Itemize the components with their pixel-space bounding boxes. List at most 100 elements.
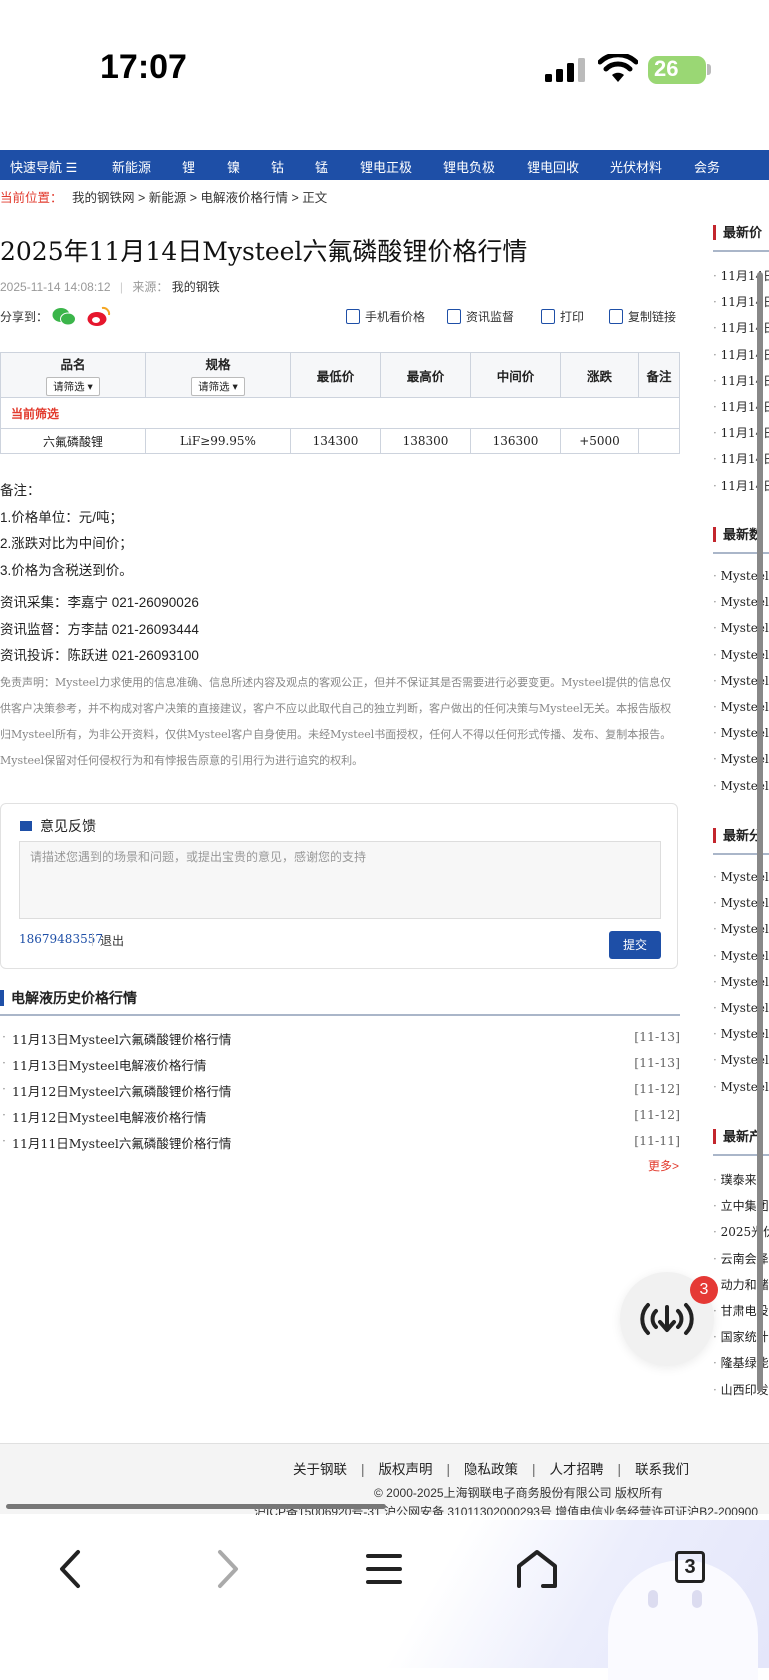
footer-link[interactable]: 人才招聘 [550, 1462, 604, 1477]
more-link[interactable]: 更多> [648, 1157, 679, 1174]
cell-spec: LiF≥99.95% [145, 428, 291, 454]
footer-link[interactable]: 联系我们 [635, 1462, 689, 1477]
breadcrumb-label: 当前位置： [0, 191, 63, 205]
weibo-icon[interactable] [87, 306, 111, 327]
list-item[interactable]: 11月11日Mysteel六氟磷酸锂价格行情 [11-11] [0, 1133, 680, 1159]
filter-label: 请筛选 [53, 381, 85, 393]
list-item[interactable]: 11月13日Mysteel电解液价格行情 [11-13] [0, 1055, 680, 1081]
supervise-button[interactable]: 资讯监督 [447, 308, 514, 325]
history-item-date: [11-12] [634, 1107, 680, 1122]
print-icon [541, 309, 555, 324]
nav-item[interactable]: 会务 [694, 157, 720, 176]
user-phone[interactable]: 18679483557 [19, 932, 103, 946]
nav-item[interactable]: 锂电正极 [360, 157, 412, 176]
divider [92, 933, 93, 946]
list-item[interactable]: 11月13日Mysteel六氟磷酸锂价格行情 [11-13] [0, 1029, 680, 1055]
nav-item[interactable]: 镍 [227, 157, 240, 176]
list-item[interactable]: 11月12日Mysteel电解液价格行情 [11-12] [0, 1107, 680, 1133]
sidebar-section-title: 最新价 [713, 222, 762, 241]
disclaimer: 免责声明：Mysteel力求使用的信息准确、信息所述内容及观点的客观公正，但并不… [0, 676, 672, 767]
feedback-textarea[interactable]: 请描述您遇到的场景和问题，或提出宝贵的意见，感谢您的支持 [19, 841, 661, 919]
table-header-row: 品名 请筛选 ▾ 规格 请筛选 ▾ 最低价 最高价 中间价 涨跌 备注 [0, 352, 680, 398]
list-icon: ☰ [65, 160, 78, 175]
wechat-icon[interactable] [52, 307, 76, 327]
feedback-title: 意见反馈 [20, 816, 96, 836]
battery-level: 26 [654, 56, 679, 81]
footer-link[interactable]: 隐私政策 [464, 1462, 518, 1477]
nav-item[interactable]: 新能源 [112, 157, 151, 176]
article-date: 2025-11-14 14:08:12 [0, 280, 111, 294]
cell-mid: 136300 [470, 428, 561, 454]
col-mid: 中间价 [470, 352, 561, 398]
source-label: 来源： [132, 280, 169, 294]
list-item[interactable]: 11月12日Mysteel六氟磷酸锂价格行情 [11-12] [0, 1081, 680, 1107]
footer-link[interactable]: 关于钢联 [293, 1462, 347, 1477]
breadcrumb-link[interactable]: 新能源 [149, 191, 187, 205]
current-filter: 当前筛选 [0, 397, 680, 429]
nav-item[interactable]: 锂 [182, 157, 195, 176]
footer-link[interactable]: 版权声明 [379, 1462, 433, 1477]
history-item-title[interactable]: 11月11日Mysteel六氟磷酸锂价格行情 [2, 1133, 231, 1152]
nav-item[interactable]: 光伏材料 [610, 157, 662, 176]
col-high: 最高价 [380, 352, 471, 398]
history-item-title[interactable]: 11月12日Mysteel电解液价格行情 [2, 1107, 206, 1126]
sidebar-section-title: 最新产 [713, 1126, 762, 1145]
home-icon[interactable] [507, 1548, 567, 1590]
history-item-title[interactable]: 11月12日Mysteel六氟磷酸锂价格行情 [2, 1081, 231, 1100]
note-line: 1.价格单位：元/吨； [0, 509, 124, 525]
breadcrumb-current: 正文 [302, 191, 328, 205]
current-filter-row: 当前筛选 [0, 397, 680, 429]
supervise-icon [447, 309, 461, 324]
divider [713, 250, 769, 252]
print-label: 打印 [560, 310, 585, 324]
copy-link-label: 复制链接 [628, 310, 677, 324]
notes-heading: 备注： [0, 483, 41, 498]
submit-button[interactable]: 提交 [609, 931, 661, 959]
feedback-title-text: 意见反馈 [40, 818, 96, 834]
history-item-date: [11-11] [634, 1133, 680, 1148]
col-note: 备注 [638, 352, 680, 398]
table-row: 六氟磷酸锂 LiF≥99.95% 134300 138300 136300 +5… [0, 428, 680, 454]
mascot-eye [692, 1590, 702, 1608]
horizontal-scrollbar[interactable] [6, 1504, 386, 1509]
nav-item[interactable]: 钴 [271, 157, 284, 176]
article-meta: 2025-11-14 14:08:12 | 来源： 我的钢铁 [0, 280, 220, 294]
history-item-title[interactable]: 11月13日Mysteel电解液价格行情 [2, 1055, 206, 1074]
nav-item[interactable]: 锰 [315, 157, 328, 176]
menu-icon[interactable] [354, 1548, 414, 1590]
contact-line: 资讯采集：李嘉宁 021-26090026 [0, 595, 199, 610]
history-title: 电解液历史价格行情 [0, 988, 137, 1008]
print-button[interactable]: 打印 [541, 308, 584, 325]
copy-link-button[interactable]: 复制链接 [609, 308, 676, 325]
nav-bar: 快速导航 ☰ 新能源 锂 镍 钴 锰 锂电正极 锂电负极 锂电回收 光伏材料 会… [0, 150, 769, 180]
nav-item[interactable]: 锂电负极 [443, 157, 495, 176]
name-filter-select[interactable]: 请筛选 ▾ [46, 377, 100, 396]
history-item-title[interactable]: 11月13日Mysteel六氟磷酸锂价格行情 [2, 1029, 231, 1048]
status-time: 17:07 [100, 48, 187, 86]
tabs-button[interactable]: 3 [675, 1551, 705, 1583]
cell-note [638, 428, 680, 454]
mobile-price-button[interactable]: 手机看价格 [346, 308, 425, 325]
note-line: 2.涨跌对比为中间价； [0, 536, 133, 551]
spec-filter-select[interactable]: 请筛选 ▾ [191, 377, 245, 396]
contact-line: 资讯投诉：陈跃进 021-26093100 [0, 648, 199, 663]
phone-icon [346, 309, 360, 324]
vertical-scrollbar[interactable] [757, 272, 763, 1392]
nav-item[interactable]: 锂电回收 [527, 157, 579, 176]
cellular-signal-icon [545, 58, 585, 82]
cell-name: 六氟磷酸锂 [0, 428, 146, 454]
divider [0, 1014, 680, 1016]
forward-icon[interactable] [196, 1548, 256, 1590]
logout-link[interactable]: 退出 [100, 932, 124, 949]
breadcrumb-link[interactable]: 我的钢铁网 [72, 191, 135, 205]
quick-nav-button[interactable]: 快速导航 ☰ [10, 157, 77, 176]
notes: 备注： 1.价格单位：元/吨； 2.涨跌对比为中间价； 3.价格为含税送到价。 [0, 478, 133, 584]
back-icon[interactable] [42, 1548, 102, 1590]
breadcrumb-link[interactable]: 电解液价格行情 [201, 191, 289, 205]
battery-icon: 26 [648, 56, 706, 84]
price-table: 品名 请筛选 ▾ 规格 请筛选 ▾ 最低价 最高价 中间价 涨跌 备注 当前筛选 六… [0, 352, 680, 454]
audio-download-icon [640, 1303, 694, 1335]
filter-label: 请筛选 [198, 381, 230, 393]
col-change: 涨跌 [560, 352, 639, 398]
note-line: 3.价格为含税送到价。 [0, 562, 133, 578]
